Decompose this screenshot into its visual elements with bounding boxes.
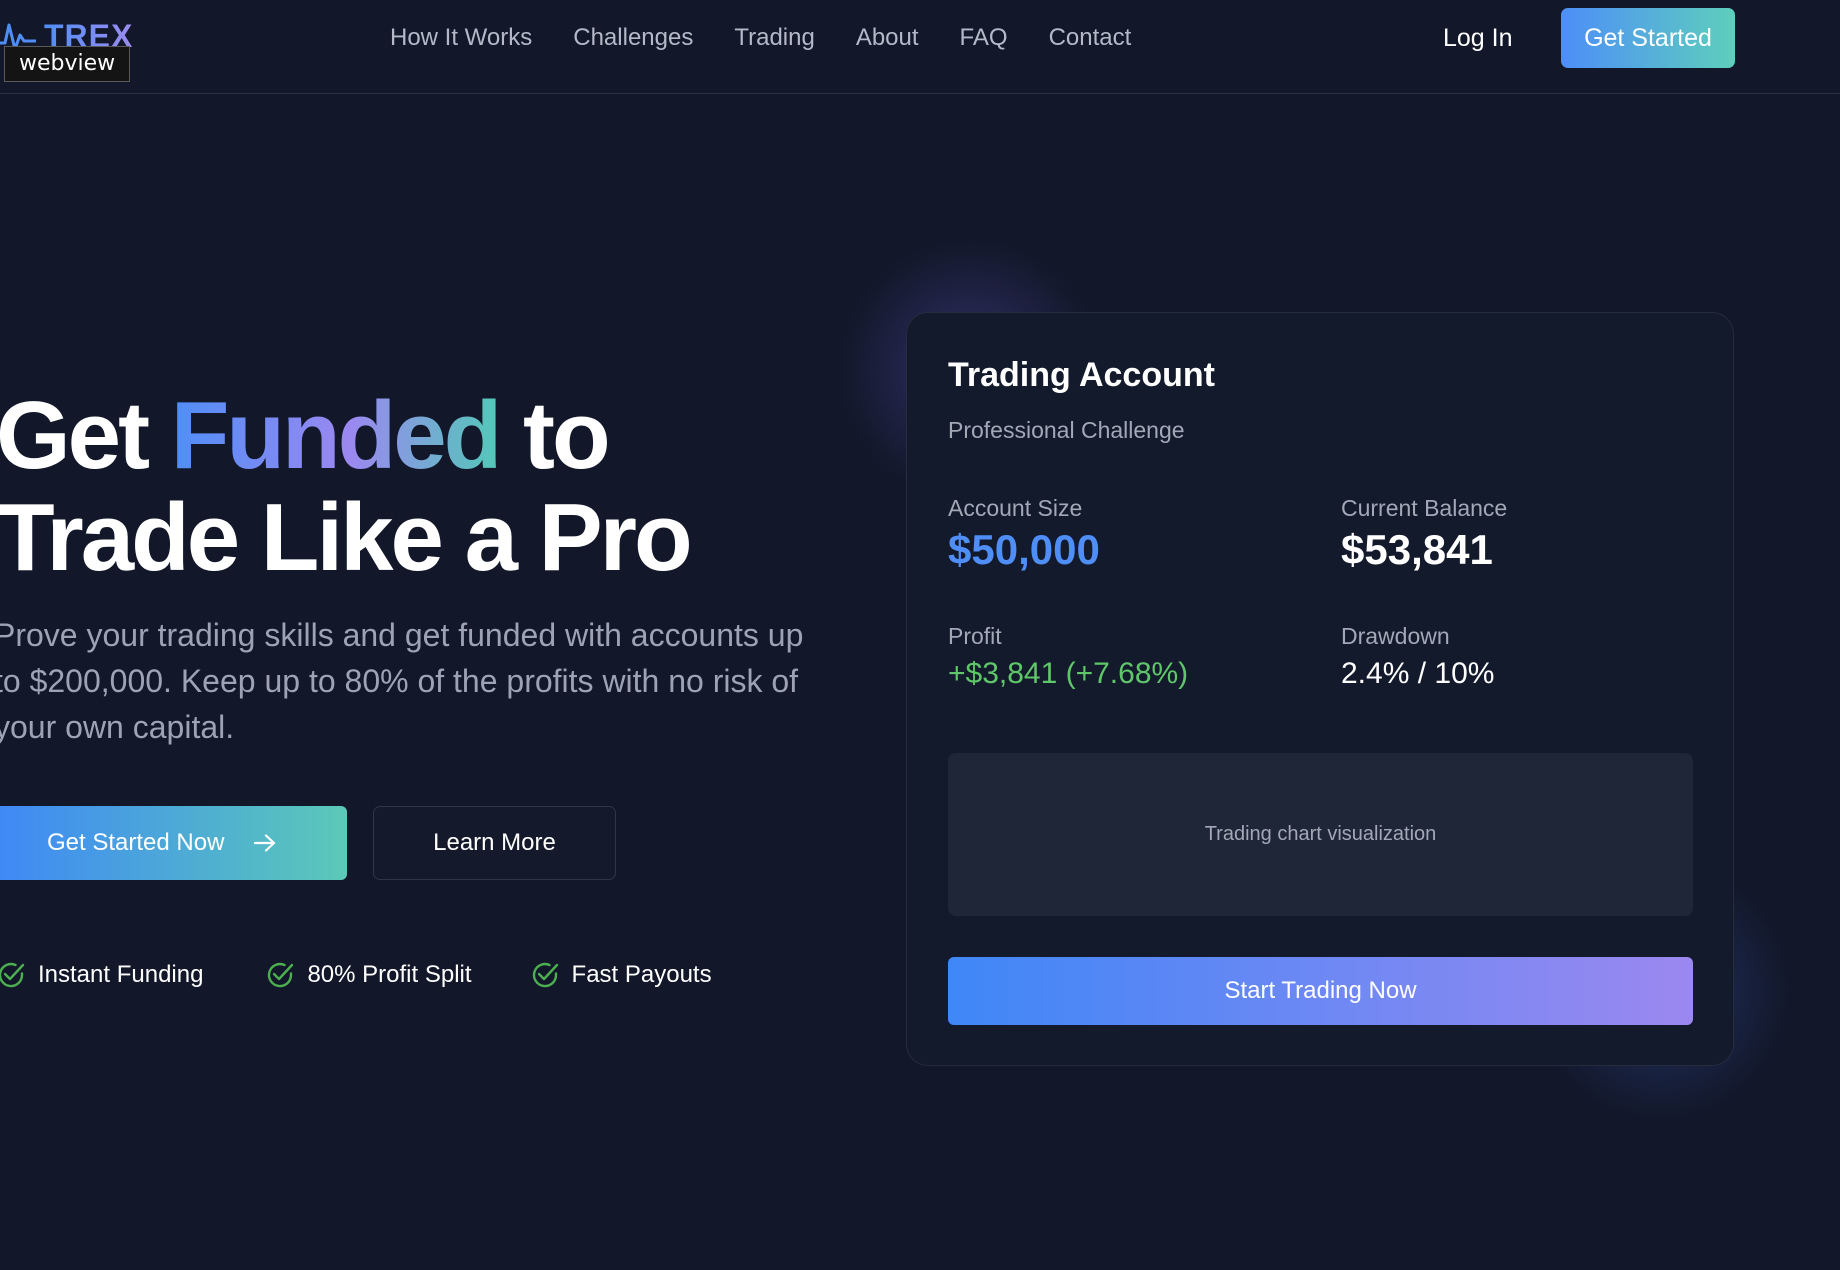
- card-title: Trading Account: [948, 356, 1215, 394]
- feature-label: Fast Payouts: [571, 961, 712, 988]
- hero-title-part1: Get: [0, 382, 171, 489]
- profit-label: Profit: [948, 623, 1002, 649]
- nav-links: How It Works Challenges Trading About FA…: [390, 20, 1172, 56]
- current-balance-value: $53,841: [1341, 526, 1493, 573]
- webview-tag: webview: [4, 46, 131, 82]
- nav-link-about[interactable]: About: [856, 20, 919, 56]
- trading-chart-placeholder: Trading chart visualization: [948, 753, 1693, 916]
- top-navbar: TREX webview How It Works Challenges Tra…: [0, 0, 1840, 94]
- hero-title-line2: Trade Like a Pro: [0, 484, 693, 591]
- get-started-now-label: Get Started Now: [47, 829, 225, 856]
- arrow-right-icon: [254, 834, 276, 852]
- get-started-button[interactable]: Get Started: [1561, 8, 1735, 68]
- profit-value: +$3,841 (+7.68%): [948, 657, 1189, 690]
- nav-link-how-it-works[interactable]: How It Works: [390, 20, 532, 56]
- feature-list: Instant Funding 80% Profit Split Fast Pa…: [0, 960, 712, 990]
- account-size-value: $50,000: [948, 526, 1100, 573]
- start-trading-now-button[interactable]: Start Trading Now: [948, 957, 1693, 1025]
- check-circle-icon: [0, 960, 26, 990]
- drawdown-label: Drawdown: [1341, 623, 1450, 649]
- nav-link-challenges[interactable]: Challenges: [573, 20, 693, 56]
- hero-title-highlight: Funded: [170, 382, 503, 489]
- current-balance-label: Current Balance: [1341, 495, 1508, 521]
- hero-title: Get Funded to Trade Like a Pro: [0, 382, 693, 591]
- learn-more-button[interactable]: Learn More: [373, 806, 616, 880]
- drawdown-value: 2.4% / 10%: [1341, 657, 1495, 690]
- card-subtitle: Professional Challenge: [948, 417, 1185, 443]
- account-size-label: Account Size: [948, 495, 1083, 521]
- feature-fast-payouts: Fast Payouts: [530, 960, 712, 990]
- trading-account-card: Trading Account Professional Challenge A…: [906, 312, 1734, 1066]
- nav-link-trading[interactable]: Trading: [734, 20, 814, 56]
- nav-link-faq[interactable]: FAQ: [960, 20, 1008, 56]
- hero-title-part2: to: [499, 382, 611, 489]
- nav-link-contact[interactable]: Contact: [1049, 20, 1132, 56]
- feature-profit-split: 80% Profit Split: [265, 960, 472, 990]
- hero-description: Prove your trading skills and get funded…: [0, 617, 804, 745]
- check-circle-icon: [530, 960, 560, 990]
- get-started-now-button[interactable]: Get Started Now: [0, 806, 347, 880]
- login-link[interactable]: Log In: [1443, 20, 1513, 56]
- feature-label: 80% Profit Split: [307, 961, 472, 988]
- check-circle-icon: [265, 960, 295, 990]
- feature-instant-funding: Instant Funding: [0, 960, 203, 990]
- feature-label: Instant Funding: [38, 961, 204, 988]
